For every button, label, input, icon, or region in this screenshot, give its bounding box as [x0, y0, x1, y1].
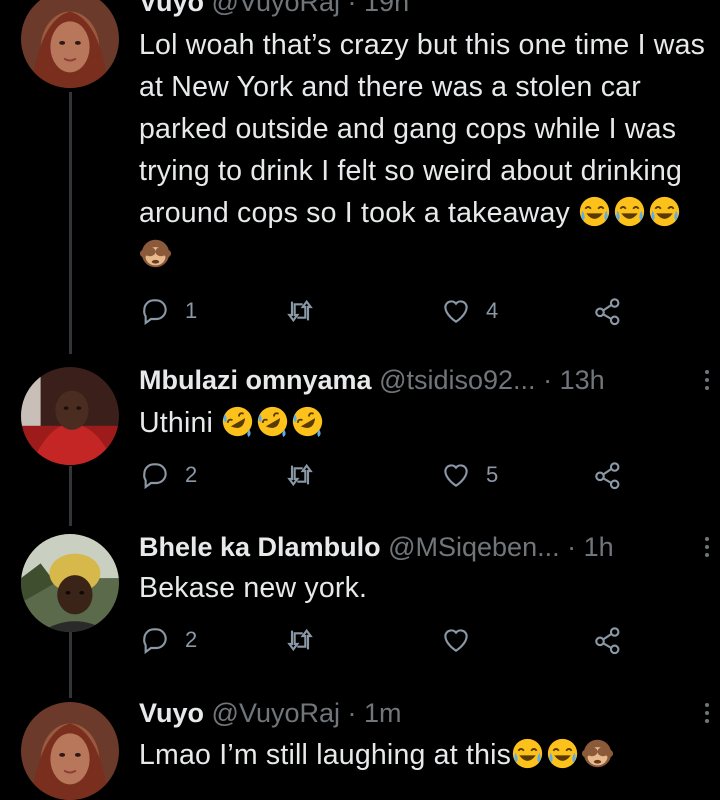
tweet-text: Lol woah that’s crazy but this one time … — [139, 24, 706, 276]
like-button[interactable]: 5 — [440, 455, 498, 495]
retweet-button[interactable] — [284, 620, 316, 660]
reply-count: 1 — [185, 298, 198, 323]
more-icon[interactable] — [700, 360, 714, 400]
timestamp[interactable]: 19h — [364, 0, 409, 17]
reply-count: 2 — [185, 462, 198, 487]
reply-button[interactable]: 2 — [139, 455, 197, 495]
separator-dot: · — [347, 698, 357, 728]
author-handle[interactable]: @VuyoRaj — [212, 0, 340, 17]
author-name[interactable]: Bhele ka Dlambulo — [139, 532, 381, 562]
tweet-actions: 1 4 — [139, 291, 639, 331]
author-handle[interactable]: @tsidiso92... — [379, 365, 535, 395]
avatar[interactable] — [21, 534, 119, 632]
rofl-emoji — [293, 406, 323, 438]
share-icon — [595, 462, 620, 490]
retweet-button[interactable] — [284, 291, 316, 331]
tweet-header: Vuyo @VuyoRaj · 19h — [139, 0, 702, 22]
author-name[interactable]: Vuyo — [139, 698, 204, 728]
reply-icon — [143, 463, 167, 490]
author-name[interactable]: Mbulazi omnyama — [139, 365, 372, 395]
share-button[interactable] — [592, 455, 624, 495]
tweet-text-content: Bekase new york. — [139, 572, 368, 604]
like-button[interactable] — [440, 620, 472, 660]
emoji-group — [511, 738, 616, 771]
joy-emoji — [547, 738, 578, 769]
reply-icon — [143, 299, 167, 326]
tweet-actions: 2 5 — [139, 455, 639, 495]
like-count: 5 — [486, 462, 499, 487]
share-button[interactable] — [592, 291, 624, 331]
reply-button[interactable]: 2 — [139, 620, 197, 660]
avatar[interactable] — [21, 0, 119, 88]
share-icon — [595, 627, 620, 655]
retweet-icon — [287, 463, 313, 487]
author-name[interactable]: Vuyo — [139, 0, 204, 17]
like-count: 4 — [486, 298, 499, 323]
tweet-text: Lmao I’m still laughing at this — [139, 734, 706, 776]
share-button[interactable] — [592, 620, 624, 660]
author-handle[interactable]: @MSiqeben... — [388, 532, 560, 562]
separator-dot: · — [543, 365, 553, 395]
more-icon[interactable] — [700, 693, 714, 733]
more-icon[interactable] — [700, 527, 714, 567]
rofl-emoji — [258, 406, 288, 438]
see-no-evil-monkey-emoji — [582, 739, 614, 768]
thread-line — [69, 92, 72, 354]
heart-icon — [444, 300, 468, 323]
separator-dot: · — [347, 0, 357, 17]
joy-emoji — [579, 196, 610, 227]
author-handle[interactable]: @VuyoRaj — [212, 698, 340, 728]
reply-count: 2 — [185, 627, 198, 652]
joy-emoji — [614, 196, 645, 227]
tweet-actions: 2 — [139, 620, 639, 660]
retweet-icon — [287, 628, 313, 652]
reply-button[interactable]: 1 — [139, 291, 197, 331]
separator-dot: · — [567, 532, 577, 562]
timestamp[interactable]: 1h — [584, 532, 614, 562]
timestamp[interactable]: 13h — [560, 365, 605, 395]
tweet-header: Vuyo @VuyoRaj · 1m — [139, 693, 702, 733]
tweet-text-content: Lmao I’m still laughing at this — [139, 739, 512, 771]
retweet-button[interactable] — [284, 455, 316, 495]
tweet-header: Bhele ka Dlambulo @MSiqeben... · 1h — [139, 527, 702, 567]
tweet-text: Uthini — [139, 402, 706, 444]
avatar[interactable] — [21, 702, 119, 800]
thread-line — [69, 466, 72, 526]
joy-emoji — [649, 196, 680, 227]
tweet-header: Mbulazi omnyama @tsidiso92... · 13h — [139, 360, 702, 400]
heart-icon — [444, 629, 468, 652]
timestamp[interactable]: 1m — [364, 698, 402, 728]
tweet-text-content: Uthini — [139, 407, 214, 439]
joy-emoji — [512, 738, 543, 769]
emoji-group — [221, 406, 326, 439]
see-no-evil-monkey-emoji — [139, 239, 172, 268]
avatar[interactable] — [21, 367, 119, 465]
retweet-icon — [287, 299, 313, 323]
heart-icon — [444, 464, 468, 487]
like-button[interactable]: 4 — [440, 291, 498, 331]
tweet-text: Bekase new york. — [139, 567, 706, 609]
rofl-emoji — [223, 406, 253, 438]
reply-icon — [143, 628, 167, 655]
share-icon — [595, 298, 620, 326]
thread-line — [69, 632, 72, 698]
